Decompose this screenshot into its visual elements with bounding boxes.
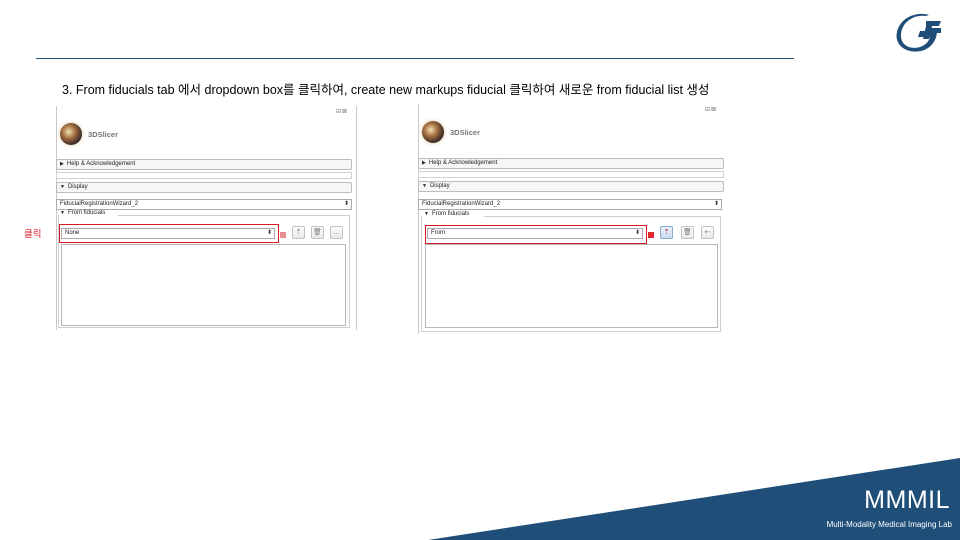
slicer-logo: 3DSlicer	[422, 120, 480, 144]
fiducial-list-value: None	[65, 230, 80, 236]
display-section-label: Display	[429, 183, 450, 189]
lab-logo-icon	[896, 13, 941, 52]
display-section-header[interactable]: ▼ Display	[56, 182, 352, 193]
collapse-arrow-icon: ▼	[422, 183, 427, 189]
select-spin-icon: ⬍	[634, 230, 640, 236]
select-spin-icon: ⬍	[266, 230, 272, 236]
place-fiducial-icon[interactable]: ⇡	[292, 226, 305, 239]
panel-border-left	[418, 104, 419, 334]
brand-subtitle: Multi-Modality Medical Imaging Lab	[826, 520, 952, 529]
panel-border-right	[356, 106, 357, 330]
place-fiducial-icon[interactable]: ⇡	[660, 226, 673, 239]
app-name: 3DSlicer	[450, 127, 481, 137]
select-spin-icon: ⬍	[713, 201, 719, 207]
window-controls-icon[interactable]: ⊟⊠	[336, 108, 348, 115]
slicer-ball-icon	[60, 123, 82, 145]
help-section-label: Help & Acknowledgement	[428, 160, 498, 166]
help-section-label: Help & Acknowledgement	[66, 161, 136, 167]
module-select-value: FiducialRegistrationWizard_2	[60, 201, 139, 207]
module-select-value: FiducialRegistrationWizard_2	[422, 201, 501, 207]
more-icon[interactable]: …	[330, 226, 343, 239]
slicer-ball-icon	[422, 121, 444, 143]
expand-arrow-icon: ▶	[422, 160, 426, 166]
display-section-header[interactable]: ▼ Display	[418, 181, 724, 192]
collapse-arrow-icon: ▼	[60, 184, 65, 190]
click-annotation-label: 클릭	[24, 229, 42, 240]
display-section-label: Display	[67, 184, 88, 190]
fiducial-list-value: From	[431, 230, 445, 236]
module-select[interactable]: FiducialRegistrationWizard_2 ⬍	[418, 199, 722, 210]
help-section-header[interactable]: ▶ Help & Acknowledgement	[56, 159, 352, 170]
fiducial-list-table[interactable]	[61, 244, 346, 326]
more-icon[interactable]: ⇠	[701, 226, 714, 239]
window-controls-icon[interactable]: ⊟⊠	[705, 106, 717, 113]
spacer-bar	[418, 171, 724, 178]
brand-title: MMMIL	[864, 486, 950, 514]
expand-arrow-icon: ▶	[60, 161, 64, 167]
app-name: 3DSlicer	[88, 129, 119, 139]
fiducial-list-dropdown[interactable]: None ⬍	[61, 228, 275, 239]
color-square-icon[interactable]	[648, 232, 654, 238]
delete-icon[interactable]: 🗑	[311, 226, 324, 239]
delete-icon[interactable]: 🗑	[681, 226, 694, 239]
help-section-header[interactable]: ▶ Help & Acknowledgement	[418, 158, 724, 169]
fiducial-list-dropdown[interactable]: From ⬍	[427, 228, 643, 239]
instruction-text: 3. From fiducials tab 에서 dropdown box를 클…	[62, 83, 710, 97]
slicer-panel-before: ⊟⊠ 3DSlicer ▶ Help & Acknowledgement ▼ D…	[56, 106, 358, 330]
slicer-panel-after: ⊟⊠ 3DSlicer ▶ Help & Acknowledgement ▼ D…	[418, 104, 724, 334]
color-square-icon[interactable]	[280, 232, 286, 238]
select-spin-icon: ⬍	[343, 201, 349, 207]
spacer-bar	[56, 172, 352, 179]
module-select[interactable]: FiducialRegistrationWizard_2 ⬍	[56, 199, 352, 210]
header-divider	[36, 58, 794, 59]
panel-border-left	[56, 106, 57, 330]
fiducial-list-table[interactable]	[425, 244, 718, 328]
slicer-logo: 3DSlicer	[60, 122, 118, 146]
